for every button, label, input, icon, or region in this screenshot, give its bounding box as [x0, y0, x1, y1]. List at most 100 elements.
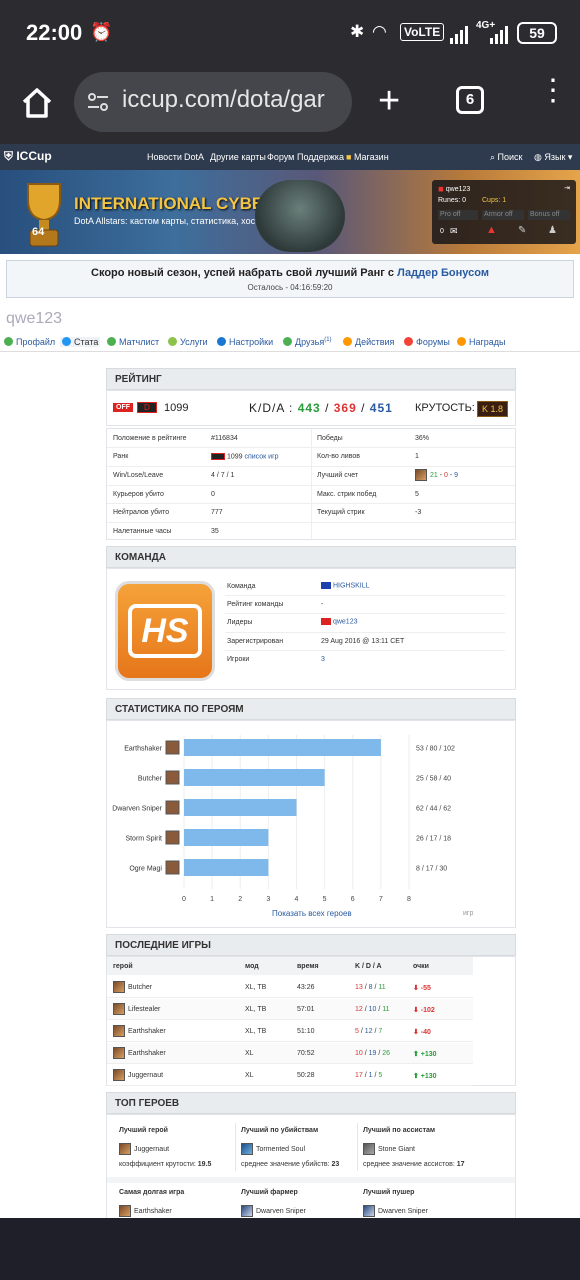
hero-name: Butcher [128, 983, 153, 991]
bonus-toggle[interactable]: Bonus off [528, 210, 570, 220]
best-pusher-hero[interactable]: Dwarven Sniper [363, 1205, 428, 1217]
tab-services[interactable]: Услуги [168, 337, 208, 347]
home-icon[interactable] [20, 86, 54, 120]
max-streak-value: 5 [415, 491, 419, 498]
nav-shop[interactable]: ■ Магазин [346, 152, 389, 162]
hero-bar [184, 799, 297, 816]
x-tick-label: 3 [266, 896, 270, 903]
show-all-heroes-link[interactable]: Показать всех героев [272, 909, 352, 918]
table-row[interactable]: Butcher XL, TB 43:26 13 / 8 / 11 ⬇ -55 [107, 977, 473, 998]
forums-icon [404, 337, 413, 346]
hero-bar [184, 859, 269, 876]
ladder-bonus-link[interactable]: Ладдер Бонусом [397, 267, 489, 279]
address-bar[interactable]: iccup.com/dota/gar [74, 72, 352, 132]
hero-chart: 0 1 2 3 4 5 6 7 8 Earthshaker 53 / 80 / 102 Butcher… [112, 735, 455, 903]
hero-portrait [363, 1143, 375, 1155]
nav-language[interactable]: ◍ Язык ▾ [534, 152, 572, 163]
site-logo[interactable]: ⛨ ICCup [4, 149, 52, 164]
x-tick-label: 8 [407, 896, 411, 903]
nav-other-maps[interactable]: Другие карты [210, 152, 266, 162]
tab-settings[interactable]: Настройки [217, 337, 273, 347]
games-axis-label: игр [463, 910, 474, 917]
tab-stats[interactable]: Стата [60, 337, 101, 347]
kda-deaths: 369 [333, 401, 357, 415]
rank-value: 1099 список игр [211, 453, 279, 460]
table-row[interactable]: Juggernaut XL 50:28 17 / 1 / 5 ⬆ +130 [107, 1065, 473, 1086]
hero-portrait [241, 1205, 253, 1217]
table-row[interactable]: Earthshaker XL 70:52 10 / 19 / 26 ⬆ +130 [107, 1043, 473, 1064]
best-assist-hero[interactable]: Stone Giant [363, 1143, 415, 1155]
current-streak-value: -3 [415, 509, 422, 516]
x-tick-label: 0 [182, 896, 186, 903]
logout-icon[interactable]: ⇥ [564, 184, 570, 192]
banner-hero-art [255, 180, 345, 252]
team-rating-value: - [321, 601, 324, 608]
best-hero-title: Лучший герой [119, 1127, 168, 1134]
x-tick-label: 6 [351, 896, 355, 903]
tab-profile[interactable]: Профайл [4, 337, 55, 347]
actions-icon [343, 337, 352, 346]
url-text[interactable]: iccup.com/dota/gar [122, 86, 344, 114]
stats-icon [62, 337, 71, 346]
tab-switcher-button[interactable]: 6 [456, 86, 484, 114]
x-tick-label: 2 [238, 896, 242, 903]
best-farmer-hero[interactable]: Dwarven Sniper [241, 1205, 306, 1217]
user-panel-name[interactable]: ◼ qwe123 [438, 185, 470, 193]
nav-support[interactable]: Поддержка [297, 152, 344, 162]
leader-link[interactable]: qwe123 [321, 618, 357, 625]
tab-actions[interactable]: Действия [343, 337, 394, 347]
mail-count[interactable]: 0 [440, 228, 444, 235]
pro-toggle[interactable]: Pro off [438, 210, 478, 220]
kda-label: 25 / 58 / 40 [416, 776, 451, 783]
best-score-value: 21 - 0 - 9 [415, 469, 458, 481]
team-name-link[interactable]: HIGHSKILL [321, 582, 370, 589]
hero-bar [184, 739, 381, 756]
armor-toggle[interactable]: Armor off [482, 210, 524, 220]
tools-icon[interactable]: ✎ [518, 225, 526, 236]
hero-portrait [113, 1047, 125, 1059]
hours-label: Налетанные часы [113, 528, 172, 535]
nav-search[interactable]: ⌕ Поиск [490, 152, 523, 163]
best-hero[interactable]: Juggernaut [119, 1143, 169, 1155]
tab-matchlist[interactable]: Матчлист [107, 337, 159, 347]
longest-game-hero[interactable]: Earthshaker [119, 1205, 172, 1217]
user-icon[interactable]: ♟ [548, 225, 557, 236]
matchlist-icon [107, 337, 116, 346]
nav-dota[interactable]: DotA [184, 152, 204, 162]
team-logo: HS [115, 581, 215, 681]
best-killer-hero[interactable]: Tormented Soul [241, 1143, 305, 1155]
hero-portrait [113, 981, 125, 993]
tab-awards[interactable]: Награды [457, 337, 506, 347]
menu-icon[interactable]: ⋮ [538, 76, 568, 106]
alert-icon[interactable]: ▲ [486, 224, 497, 236]
current-streak-label: Текущий стрик [317, 509, 365, 516]
game-mode: XL [245, 1072, 254, 1079]
status-bar: 22:00 ⏰ ✱ ◠ VoLTE 4G+ 59 [0, 0, 580, 68]
nav-news[interactable]: Новости [147, 152, 182, 162]
new-tab-icon[interactable]: + [378, 82, 400, 120]
best-hero-desc: коэффициент крутости: 19.5 [119, 1161, 212, 1168]
nav-forum[interactable]: Форум [267, 152, 294, 162]
cup-number: 64 [32, 226, 45, 238]
hours-value: 35 [211, 528, 219, 535]
top-heroes-heading: ТОП ГЕРОЕВ [106, 1092, 516, 1114]
mail-icon[interactable]: ✉ [450, 226, 458, 237]
game-list-link[interactable]: список игр [244, 453, 278, 460]
site-settings-icon[interactable] [86, 90, 110, 114]
hero-portrait [113, 1003, 125, 1015]
couriers-value: 0 [211, 491, 215, 498]
x-tick-label: 1 [210, 896, 214, 903]
hero-portrait [119, 1143, 131, 1155]
best-killer-title: Лучший по убийствам [241, 1127, 319, 1134]
table-row[interactable]: Earthshaker XL, TB 51:10 5 / 12 / 7 ⬇ -40 [107, 1021, 473, 1042]
best-assist-title: Лучший по ассистам [363, 1127, 436, 1134]
game-mode: XL, TB [245, 984, 267, 991]
tab-friends[interactable]: Друзья(1) [283, 337, 332, 347]
tab-forums[interactable]: Форумы [404, 337, 450, 347]
kda-label: 26 / 17 / 18 [416, 836, 451, 843]
players-link[interactable]: 3 [321, 656, 325, 663]
navigation-bar-area [0, 1218, 580, 1280]
shop-icon: ■ [346, 152, 352, 162]
table-row[interactable]: Lifestealer XL, TB 57:01 12 / 10 / 11 ⬇ -102 [107, 999, 473, 1020]
col-time: время [297, 963, 319, 970]
